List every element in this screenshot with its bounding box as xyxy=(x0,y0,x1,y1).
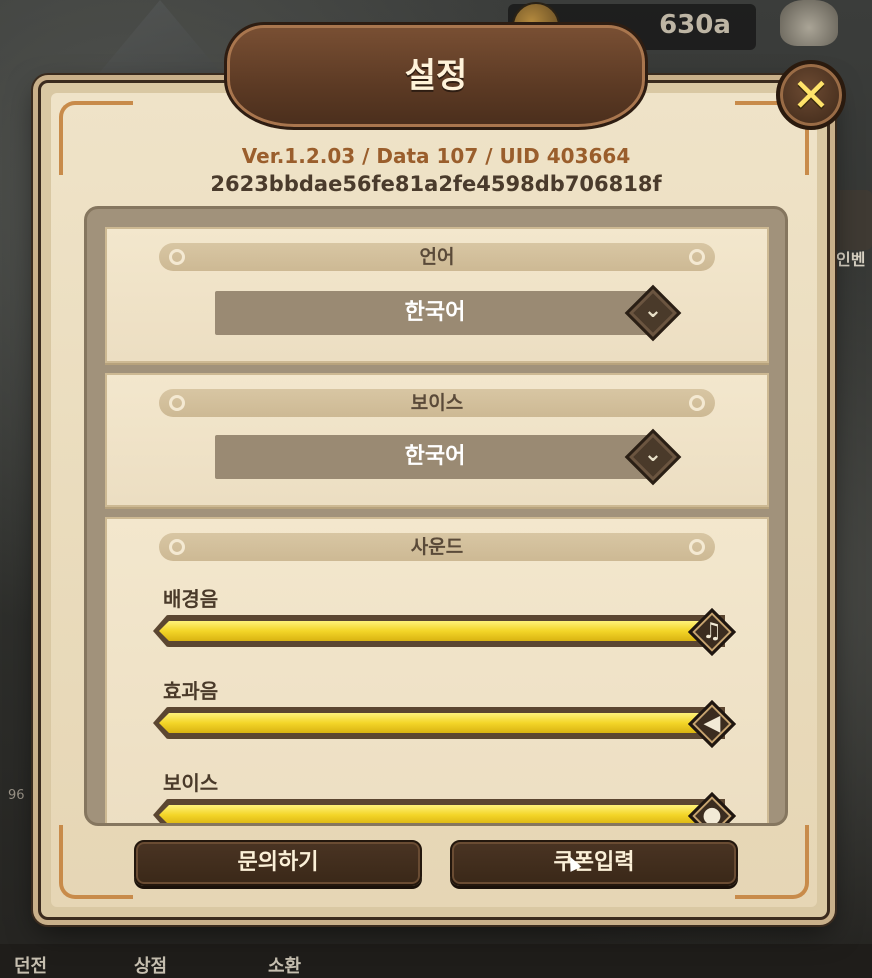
sfx-slider[interactable] xyxy=(153,707,725,739)
bgm-slider[interactable] xyxy=(153,615,725,647)
bottom-nav xyxy=(0,944,872,978)
nav-item-shop[interactable]: 상점 xyxy=(134,952,167,978)
microphone-icon: ● xyxy=(702,803,722,826)
nav-item-summon[interactable]: 소환 xyxy=(268,952,301,978)
language-section: 언어 한국어 ⌄ xyxy=(105,227,769,363)
version-info: Ver.1.2.03 / Data 107 / UID 403664 xyxy=(241,144,631,168)
sound-section: 사운드 배경음 ♫ 효과음 ◀ 보이스 ● xyxy=(105,517,769,826)
voice-selected[interactable]: 한국어 xyxy=(215,435,655,479)
close-icon: ✕ xyxy=(791,68,831,122)
bgm-label: 배경음 xyxy=(163,587,219,611)
music-note-icon: ♫ xyxy=(702,619,722,644)
language-selected[interactable]: 한국어 xyxy=(215,291,655,335)
coupon-button-label[interactable]: 쿠폰입력 xyxy=(450,840,738,886)
nav-item-dungeon[interactable]: 던전 xyxy=(14,952,47,978)
voice-section: 보이스 한국어 ⌄ xyxy=(105,373,769,507)
inventory-icon[interactable] xyxy=(832,190,872,250)
corner-ornament xyxy=(735,825,809,899)
chevron-down-icon: ⌄ xyxy=(643,442,663,467)
level-number: 96 xyxy=(8,788,25,803)
language-header: 언어 xyxy=(419,246,455,268)
bgm-slider-fill xyxy=(159,621,719,641)
speaker-icon: ◀ xyxy=(703,711,721,736)
voice-slider-fill xyxy=(159,805,719,823)
voice-volume-slider[interactable] xyxy=(153,799,725,823)
voice-volume-label: 보이스 xyxy=(163,771,219,795)
inquiry-button-label[interactable]: 문의하기 xyxy=(134,840,422,886)
close-button[interactable]: ✕ xyxy=(776,60,846,130)
voice-header: 보이스 xyxy=(410,392,464,414)
sfx-slider-fill xyxy=(159,713,719,733)
sfx-label: 효과음 xyxy=(163,679,219,703)
currency-value: 630a xyxy=(659,10,731,40)
chevron-down-icon: ⌄ xyxy=(643,298,663,323)
bag-icon[interactable] xyxy=(780,0,838,46)
uid-hash: 2623bbdae56fe81a2fe4598db706818f xyxy=(210,172,662,196)
corner-ornament xyxy=(59,825,133,899)
sound-header: 사운드 xyxy=(410,536,464,558)
inventory-label: 인벤 xyxy=(836,250,866,269)
settings-scroll-area[interactable]: 언어 한국어 ⌄ 보이스 한국어 ⌄ 사운드 배경음 ♫ 효과음 ◀ 보이스 ● xyxy=(84,206,788,826)
dialog-title: 설정 xyxy=(404,56,468,96)
